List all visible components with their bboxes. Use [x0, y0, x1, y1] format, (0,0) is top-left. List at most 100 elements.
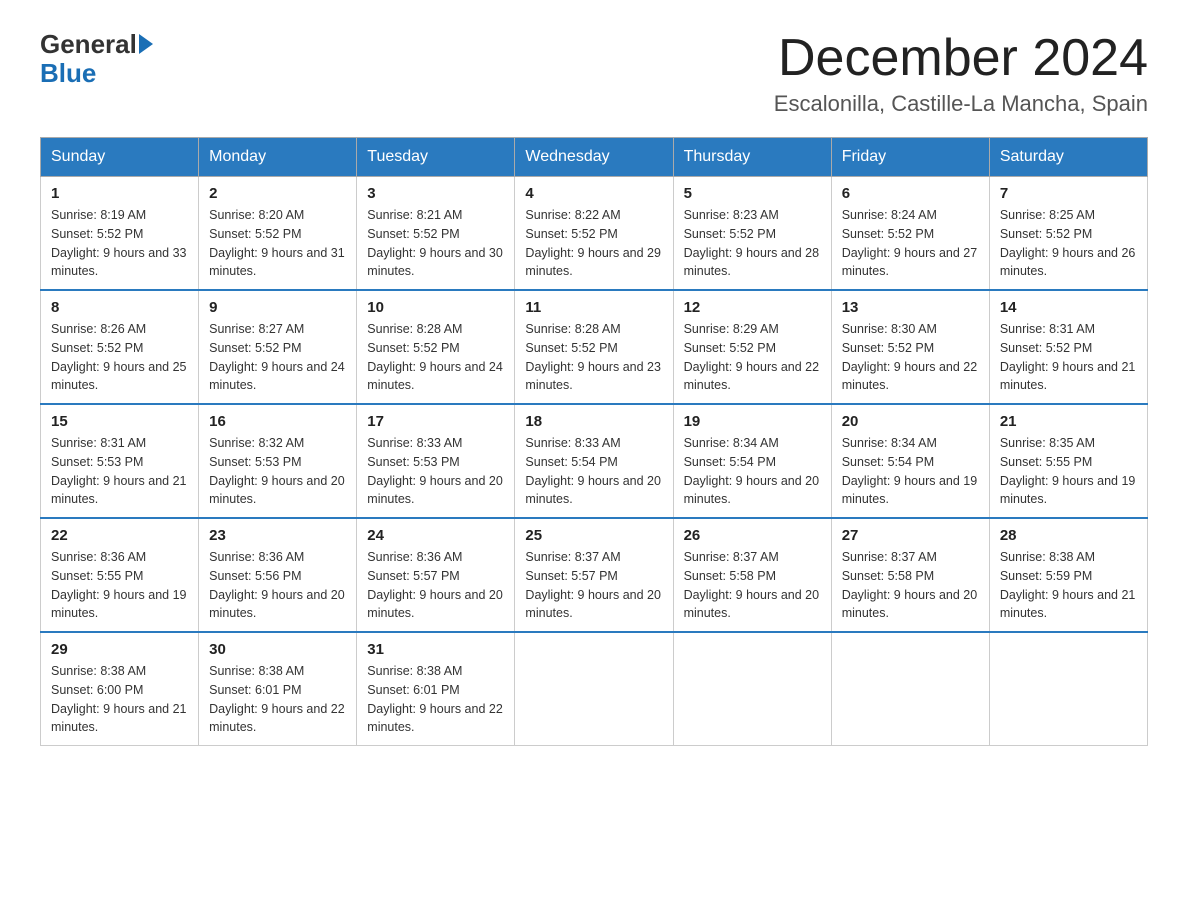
table-row: 19 Sunrise: 8:34 AM Sunset: 5:54 PM Dayl… — [673, 404, 831, 518]
day-info: Sunrise: 8:33 AM Sunset: 5:54 PM Dayligh… — [525, 434, 662, 509]
day-info: Sunrise: 8:21 AM Sunset: 5:52 PM Dayligh… — [367, 206, 504, 281]
day-number: 13 — [842, 299, 979, 316]
day-info: Sunrise: 8:36 AM Sunset: 5:56 PM Dayligh… — [209, 548, 346, 623]
day-info: Sunrise: 8:34 AM Sunset: 5:54 PM Dayligh… — [684, 434, 821, 509]
logo-blue: Blue — [40, 59, 153, 88]
day-number: 19 — [684, 413, 821, 430]
table-row: 31 Sunrise: 8:38 AM Sunset: 6:01 PM Dayl… — [357, 632, 515, 746]
table-row: 21 Sunrise: 8:35 AM Sunset: 5:55 PM Dayl… — [989, 404, 1147, 518]
day-number: 6 — [842, 185, 979, 202]
table-row: 29 Sunrise: 8:38 AM Sunset: 6:00 PM Dayl… — [41, 632, 199, 746]
day-number: 26 — [684, 527, 821, 544]
table-row — [831, 632, 989, 746]
day-number: 8 — [51, 299, 188, 316]
day-number: 2 — [209, 185, 346, 202]
day-info: Sunrise: 8:28 AM Sunset: 5:52 PM Dayligh… — [367, 320, 504, 395]
title-area: December 2024 Escalonilla, Castille-La M… — [774, 30, 1148, 117]
table-row: 28 Sunrise: 8:38 AM Sunset: 5:59 PM Dayl… — [989, 518, 1147, 632]
day-number: 24 — [367, 527, 504, 544]
calendar-header-row: Sunday Monday Tuesday Wednesday Thursday… — [41, 138, 1148, 177]
table-row: 23 Sunrise: 8:36 AM Sunset: 5:56 PM Dayl… — [199, 518, 357, 632]
day-info: Sunrise: 8:38 AM Sunset: 6:01 PM Dayligh… — [209, 662, 346, 737]
table-row: 13 Sunrise: 8:30 AM Sunset: 5:52 PM Dayl… — [831, 290, 989, 404]
day-info: Sunrise: 8:37 AM Sunset: 5:58 PM Dayligh… — [842, 548, 979, 623]
day-number: 29 — [51, 641, 188, 658]
page-subtitle: Escalonilla, Castille-La Mancha, Spain — [774, 91, 1148, 117]
calendar-week-row: 8 Sunrise: 8:26 AM Sunset: 5:52 PM Dayli… — [41, 290, 1148, 404]
day-info: Sunrise: 8:33 AM Sunset: 5:53 PM Dayligh… — [367, 434, 504, 509]
day-number: 9 — [209, 299, 346, 316]
table-row: 4 Sunrise: 8:22 AM Sunset: 5:52 PM Dayli… — [515, 177, 673, 291]
day-number: 1 — [51, 185, 188, 202]
day-number: 31 — [367, 641, 504, 658]
day-number: 10 — [367, 299, 504, 316]
table-row: 18 Sunrise: 8:33 AM Sunset: 5:54 PM Dayl… — [515, 404, 673, 518]
table-row — [989, 632, 1147, 746]
logo-arrow-icon — [139, 34, 153, 54]
day-number: 4 — [525, 185, 662, 202]
day-number: 17 — [367, 413, 504, 430]
page-title: December 2024 — [774, 30, 1148, 87]
day-info: Sunrise: 8:28 AM Sunset: 5:52 PM Dayligh… — [525, 320, 662, 395]
day-info: Sunrise: 8:38 AM Sunset: 6:01 PM Dayligh… — [367, 662, 504, 737]
col-saturday: Saturday — [989, 138, 1147, 177]
day-number: 12 — [684, 299, 821, 316]
table-row: 20 Sunrise: 8:34 AM Sunset: 5:54 PM Dayl… — [831, 404, 989, 518]
col-sunday: Sunday — [41, 138, 199, 177]
day-info: Sunrise: 8:26 AM Sunset: 5:52 PM Dayligh… — [51, 320, 188, 395]
table-row: 16 Sunrise: 8:32 AM Sunset: 5:53 PM Dayl… — [199, 404, 357, 518]
day-number: 7 — [1000, 185, 1137, 202]
table-row: 12 Sunrise: 8:29 AM Sunset: 5:52 PM Dayl… — [673, 290, 831, 404]
table-row: 7 Sunrise: 8:25 AM Sunset: 5:52 PM Dayli… — [989, 177, 1147, 291]
day-number: 5 — [684, 185, 821, 202]
day-number: 3 — [367, 185, 504, 202]
day-number: 23 — [209, 527, 346, 544]
day-info: Sunrise: 8:32 AM Sunset: 5:53 PM Dayligh… — [209, 434, 346, 509]
col-tuesday: Tuesday — [357, 138, 515, 177]
day-number: 20 — [842, 413, 979, 430]
day-number: 16 — [209, 413, 346, 430]
calendar-table: Sunday Monday Tuesday Wednesday Thursday… — [40, 137, 1148, 746]
day-number: 15 — [51, 413, 188, 430]
table-row: 1 Sunrise: 8:19 AM Sunset: 5:52 PM Dayli… — [41, 177, 199, 291]
day-info: Sunrise: 8:31 AM Sunset: 5:52 PM Dayligh… — [1000, 320, 1137, 395]
day-info: Sunrise: 8:35 AM Sunset: 5:55 PM Dayligh… — [1000, 434, 1137, 509]
day-info: Sunrise: 8:24 AM Sunset: 5:52 PM Dayligh… — [842, 206, 979, 281]
day-number: 14 — [1000, 299, 1137, 316]
table-row: 15 Sunrise: 8:31 AM Sunset: 5:53 PM Dayl… — [41, 404, 199, 518]
table-row: 2 Sunrise: 8:20 AM Sunset: 5:52 PM Dayli… — [199, 177, 357, 291]
table-row: 8 Sunrise: 8:26 AM Sunset: 5:52 PM Dayli… — [41, 290, 199, 404]
day-info: Sunrise: 8:19 AM Sunset: 5:52 PM Dayligh… — [51, 206, 188, 281]
day-info: Sunrise: 8:36 AM Sunset: 5:57 PM Dayligh… — [367, 548, 504, 623]
day-info: Sunrise: 8:37 AM Sunset: 5:58 PM Dayligh… — [684, 548, 821, 623]
day-number: 25 — [525, 527, 662, 544]
col-thursday: Thursday — [673, 138, 831, 177]
logo-general: General — [40, 30, 153, 59]
col-wednesday: Wednesday — [515, 138, 673, 177]
day-info: Sunrise: 8:25 AM Sunset: 5:52 PM Dayligh… — [1000, 206, 1137, 281]
day-info: Sunrise: 8:37 AM Sunset: 5:57 PM Dayligh… — [525, 548, 662, 623]
page-header: General Blue December 2024 Escalonilla, … — [40, 30, 1148, 117]
day-info: Sunrise: 8:36 AM Sunset: 5:55 PM Dayligh… — [51, 548, 188, 623]
day-info: Sunrise: 8:22 AM Sunset: 5:52 PM Dayligh… — [525, 206, 662, 281]
day-info: Sunrise: 8:38 AM Sunset: 5:59 PM Dayligh… — [1000, 548, 1137, 623]
day-number: 27 — [842, 527, 979, 544]
table-row: 25 Sunrise: 8:37 AM Sunset: 5:57 PM Dayl… — [515, 518, 673, 632]
table-row: 30 Sunrise: 8:38 AM Sunset: 6:01 PM Dayl… — [199, 632, 357, 746]
day-info: Sunrise: 8:29 AM Sunset: 5:52 PM Dayligh… — [684, 320, 821, 395]
day-number: 22 — [51, 527, 188, 544]
col-friday: Friday — [831, 138, 989, 177]
table-row: 3 Sunrise: 8:21 AM Sunset: 5:52 PM Dayli… — [357, 177, 515, 291]
day-info: Sunrise: 8:34 AM Sunset: 5:54 PM Dayligh… — [842, 434, 979, 509]
col-monday: Monday — [199, 138, 357, 177]
table-row: 5 Sunrise: 8:23 AM Sunset: 5:52 PM Dayli… — [673, 177, 831, 291]
table-row — [515, 632, 673, 746]
table-row: 17 Sunrise: 8:33 AM Sunset: 5:53 PM Dayl… — [357, 404, 515, 518]
day-info: Sunrise: 8:30 AM Sunset: 5:52 PM Dayligh… — [842, 320, 979, 395]
day-number: 30 — [209, 641, 346, 658]
table-row: 27 Sunrise: 8:37 AM Sunset: 5:58 PM Dayl… — [831, 518, 989, 632]
table-row: 22 Sunrise: 8:36 AM Sunset: 5:55 PM Dayl… — [41, 518, 199, 632]
table-row: 6 Sunrise: 8:24 AM Sunset: 5:52 PM Dayli… — [831, 177, 989, 291]
table-row: 26 Sunrise: 8:37 AM Sunset: 5:58 PM Dayl… — [673, 518, 831, 632]
day-number: 11 — [525, 299, 662, 316]
